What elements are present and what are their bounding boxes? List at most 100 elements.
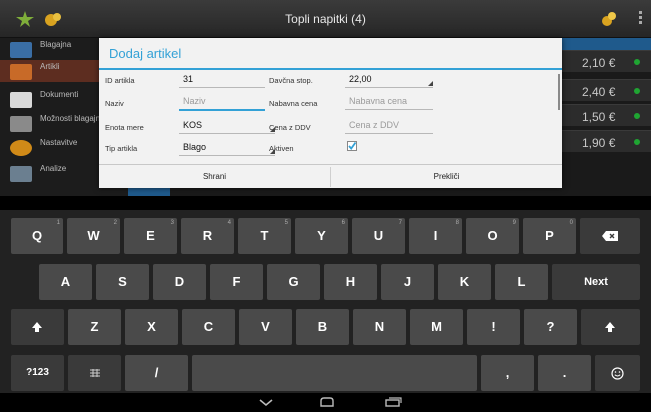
naziv-label: Naziv xyxy=(105,99,124,108)
key-label: E xyxy=(146,228,155,243)
dialog-scrollbar[interactable] xyxy=(558,74,560,110)
dialog-button-bar: Shrani Prekliči xyxy=(99,164,562,188)
save-button[interactable]: Shrani xyxy=(99,165,330,188)
key-n[interactable]: N xyxy=(353,309,406,345)
key-w[interactable]: W2 xyxy=(67,218,120,254)
key-s[interactable]: S xyxy=(96,264,149,300)
key-hint: 5 xyxy=(284,220,288,226)
key-exclamation[interactable]: ! xyxy=(467,309,520,345)
key-t[interactable]: T5 xyxy=(238,218,291,254)
key-k[interactable]: K xyxy=(438,264,491,300)
naziv-input-underline xyxy=(179,109,265,111)
key-i[interactable]: I8 xyxy=(409,218,462,254)
backspace-key[interactable] xyxy=(580,218,640,254)
tip-select[interactable]: Blago xyxy=(183,142,206,152)
key-u[interactable]: U7 xyxy=(352,218,405,254)
price-row[interactable]: 2,40 € xyxy=(560,79,651,101)
key-r[interactable]: R4 xyxy=(181,218,234,254)
key-slash[interactable]: / xyxy=(125,355,188,391)
articles-icon xyxy=(10,64,32,80)
key-hint: 7 xyxy=(398,220,402,226)
shift-right-key[interactable] xyxy=(581,309,640,345)
active-status-icon xyxy=(634,113,640,119)
sidebar-item-label: Nastavitve xyxy=(40,138,78,147)
key-z[interactable]: Z xyxy=(68,309,121,345)
key-h[interactable]: H xyxy=(324,264,377,300)
emoji-key[interactable] xyxy=(595,355,640,391)
key-f[interactable]: F xyxy=(210,264,263,300)
tip-label: Tip artikla xyxy=(105,144,138,153)
nabavna-label: Nabavna cena xyxy=(269,99,318,108)
key-y[interactable]: Y6 xyxy=(295,218,348,254)
page-title: Topli napitki (4) xyxy=(285,12,366,26)
next-key[interactable]: Next xyxy=(552,264,640,300)
key-hint: 6 xyxy=(341,220,345,226)
key-question[interactable]: ? xyxy=(524,309,577,345)
price-column-header xyxy=(560,38,651,50)
soft-keyboard: Q1 W2 E3 R4 T5 Y6 U7 I8 O9 P0 A S D F G … xyxy=(0,210,651,393)
cancel-button[interactable]: Prekliči xyxy=(331,165,562,188)
davcna-select[interactable]: 22,00 xyxy=(349,74,372,84)
price-row[interactable]: 2,10 € xyxy=(560,50,651,72)
action-bar: Topli napitki (4) xyxy=(0,0,651,38)
price-row[interactable]: 1,90 € xyxy=(560,130,651,152)
aktiven-checkbox[interactable] xyxy=(347,141,357,151)
key-label: U xyxy=(373,228,384,243)
cena-label: Cena z DDV xyxy=(269,123,311,132)
price-row[interactable]: 1,50 € xyxy=(560,104,651,126)
cena-input[interactable]: Cena z DDV xyxy=(349,120,399,130)
price-value: 2,10 € xyxy=(582,56,616,70)
sidebar-item-label: Blagajna xyxy=(40,40,72,49)
coins-icon[interactable] xyxy=(598,9,620,29)
key-label: I xyxy=(433,228,438,243)
key-hint: 1 xyxy=(56,220,60,226)
key-x[interactable]: X xyxy=(125,309,178,345)
key-l[interactable]: L xyxy=(495,264,548,300)
emoji-settings-key[interactable] xyxy=(68,355,121,391)
back-chevron-icon[interactable] xyxy=(258,397,274,407)
key-hint: 3 xyxy=(170,220,174,226)
backspace-icon xyxy=(602,231,618,241)
shift-icon xyxy=(605,322,615,332)
active-status-icon xyxy=(634,139,640,145)
key-hint: 2 xyxy=(113,220,117,226)
nabavna-input[interactable]: Nabavna cena xyxy=(349,96,407,106)
home-icon[interactable] xyxy=(318,397,336,407)
key-q[interactable]: Q1 xyxy=(11,218,63,254)
key-e[interactable]: E3 xyxy=(124,218,177,254)
davcna-label: Davčna stop. xyxy=(269,76,313,85)
cash-register-icon xyxy=(10,42,32,58)
id-label: ID artikla xyxy=(105,76,135,85)
key-b[interactable]: B xyxy=(296,309,349,345)
id-field[interactable]: 31 xyxy=(183,74,193,84)
key-c[interactable]: C xyxy=(182,309,235,345)
key-o[interactable]: O9 xyxy=(466,218,519,254)
key-p[interactable]: P0 xyxy=(523,218,576,254)
aktiven-label: Aktiven xyxy=(269,144,294,153)
key-m[interactable]: M xyxy=(410,309,463,345)
tip-select-underline xyxy=(179,155,275,156)
key-label: P xyxy=(545,228,554,243)
space-key[interactable] xyxy=(192,355,477,391)
overflow-menu-icon[interactable] xyxy=(635,9,645,29)
key-d[interactable]: D xyxy=(153,264,206,300)
key-label: O xyxy=(487,228,498,243)
recent-apps-icon[interactable] xyxy=(384,397,402,407)
key-g[interactable]: G xyxy=(267,264,320,300)
key-a[interactable]: A xyxy=(39,264,92,300)
key-period[interactable]: . xyxy=(538,355,591,391)
smiley-icon xyxy=(611,367,624,380)
key-comma[interactable]: , xyxy=(481,355,534,391)
sidebar-item-label: Možnosti blagajne xyxy=(40,114,105,123)
price-value: 1,50 € xyxy=(582,110,616,124)
price-value: 2,40 € xyxy=(582,85,616,99)
enota-label: Enota mere xyxy=(105,123,144,132)
key-label: W xyxy=(87,228,100,243)
shift-icon xyxy=(32,322,42,332)
key-j[interactable]: J xyxy=(381,264,434,300)
symbols-key[interactable]: ?123 xyxy=(11,355,64,391)
naziv-input[interactable]: Naziv xyxy=(183,96,206,106)
enota-select[interactable]: KOS xyxy=(183,120,202,130)
key-v[interactable]: V xyxy=(239,309,292,345)
shift-left-key[interactable] xyxy=(11,309,64,345)
